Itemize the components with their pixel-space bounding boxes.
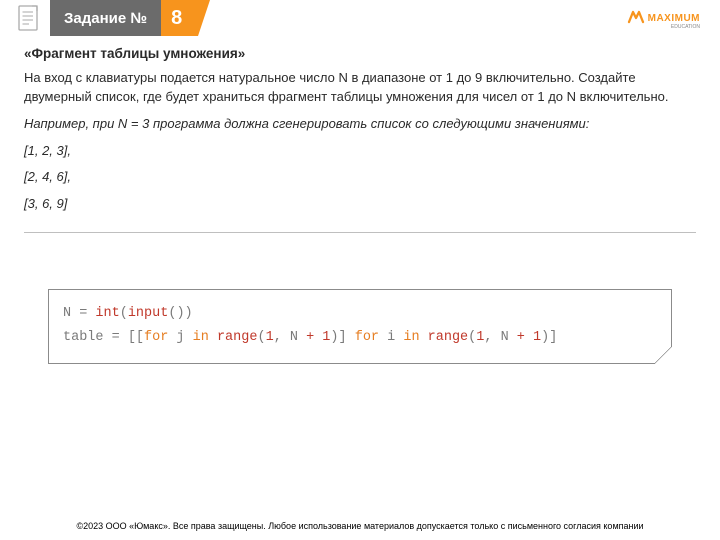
footer: ©2023 ООО «Юмакс». Все права защищены. Л…	[0, 516, 720, 534]
example-row-3: [3, 6, 9]	[24, 195, 696, 214]
copyright-text: ©2023 ООО «Юмакс». Все права защищены. Л…	[76, 521, 643, 531]
logo-subtext: EDUCATION	[671, 24, 700, 30]
document-icon	[12, 4, 46, 32]
code-line-2: table = [[for j in range(1, N + 1)] for …	[63, 326, 657, 350]
content-area: «Фрагмент таблицы умножения» На вход с к…	[0, 36, 720, 214]
task-description: На вход с клавиатуры подается натурально…	[24, 69, 696, 107]
brand-logo: MAXIMUM EDUCATION	[627, 6, 700, 28]
task-label: Задание №	[64, 10, 147, 27]
code-line-1: N = int(input())	[63, 302, 657, 326]
task-number-badge: 8	[161, 0, 198, 36]
task-subtitle: «Фрагмент таблицы умножения»	[24, 46, 696, 61]
divider	[24, 232, 696, 233]
slide-header: Задание № 8 MAXIMUM EDUCATION	[0, 0, 720, 36]
logo-text: MAXIMUM	[648, 13, 700, 24]
example-row-2: [2, 4, 6],	[24, 168, 696, 187]
code-block: N = int(input()) table = [[for j in rang…	[48, 289, 672, 364]
example-row-1: [1, 2, 3],	[24, 142, 696, 161]
task-number: 8	[171, 7, 182, 30]
task-example-intro: Например, при N = 3 программа должна сге…	[24, 115, 696, 134]
title-bar: Задание №	[50, 0, 161, 36]
